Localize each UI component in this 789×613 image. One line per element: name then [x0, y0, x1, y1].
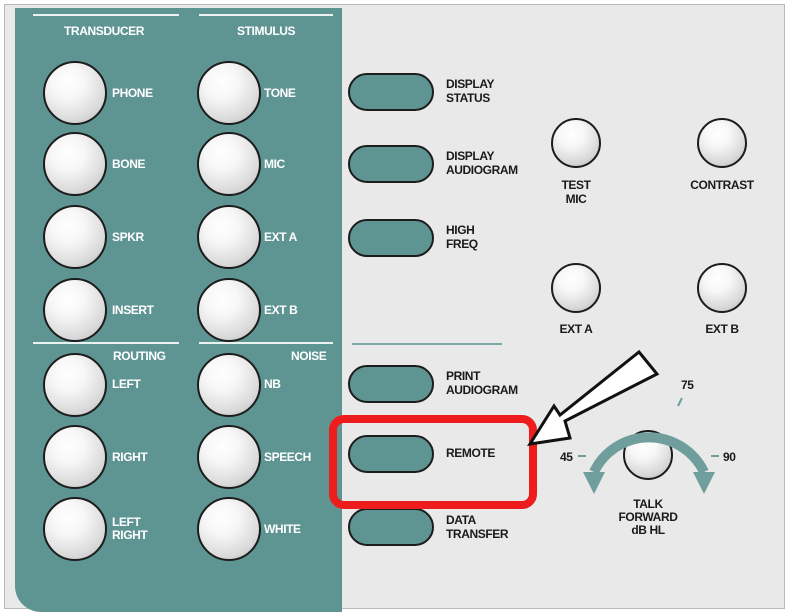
remote-highlight-box — [329, 415, 537, 509]
spkr-button[interactable] — [43, 205, 107, 269]
stimulus-heading: STIMULUS — [237, 24, 296, 38]
noise-speech-button[interactable] — [197, 425, 261, 489]
noise-white-label: WHITE — [264, 522, 301, 536]
data-transfer-button[interactable] — [348, 508, 434, 546]
bone-button[interactable] — [43, 132, 107, 196]
insert-label: INSERT — [112, 303, 154, 317]
tone-button[interactable] — [197, 61, 261, 125]
routing-heading: ROUTING — [113, 349, 166, 363]
test-mic-label: TEST MIC — [561, 178, 591, 206]
noise-heading: NOISE — [291, 349, 327, 363]
ext-b-knob-label: EXT B — [705, 322, 739, 336]
route-left-right-label: LEFT RIGHT — [112, 515, 148, 542]
display-status-button[interactable] — [348, 73, 434, 111]
route-left-label: LEFT — [112, 377, 141, 391]
ext-a-stimulus-button[interactable] — [197, 205, 261, 269]
ext-b-knob[interactable] — [697, 263, 747, 313]
noise-white-button[interactable] — [197, 497, 261, 561]
print-audiogram-button[interactable] — [348, 365, 434, 403]
phone-label: PHONE — [112, 86, 153, 100]
route-right-label: RIGHT — [112, 450, 148, 464]
high-freq-label: HIGH FREQ — [446, 223, 478, 251]
talk-forward-label: TALK FORWARD dB HL — [618, 497, 678, 537]
mic-label: MIC — [264, 157, 285, 171]
ext-b-stimulus-label: EXT B — [264, 303, 298, 317]
mic-button[interactable] — [197, 132, 261, 196]
panel-divider — [352, 343, 502, 345]
data-transfer-label: DATA TRANSFER — [446, 513, 509, 541]
print-audiogram-label: PRINT AUDIOGRAM — [446, 369, 518, 397]
insert-button[interactable] — [43, 278, 107, 342]
transducer-stimulus-panel: TRANSDUCER STIMULUS ROUTING NOISE PHONE … — [15, 8, 342, 612]
ext-a-stimulus-label: EXT A — [264, 230, 297, 244]
route-left-right-button[interactable] — [43, 497, 107, 561]
stimulus-top-rule — [199, 14, 333, 16]
transducer-top-rule — [33, 14, 179, 16]
noise-nb-label: NB — [264, 377, 281, 391]
noise-speech-label: SPEECH — [264, 450, 311, 464]
bone-label: BONE — [112, 157, 146, 171]
talk-forward-mid-label: 75 — [681, 378, 694, 392]
ext-a-knob-label: EXT A — [559, 322, 593, 336]
talk-forward-min-label: 45 — [560, 450, 573, 464]
phone-button[interactable] — [43, 61, 107, 125]
route-right-button[interactable] — [43, 425, 107, 489]
high-freq-button[interactable] — [348, 219, 434, 257]
spkr-label: SPKR — [112, 230, 144, 244]
display-status-label: DISPLAY STATUS — [446, 77, 495, 105]
ext-b-stimulus-button[interactable] — [197, 278, 261, 342]
display-audiogram-label: DISPLAY AUDIOGRAM — [446, 149, 518, 177]
transducer-heading: TRANSDUCER — [64, 24, 145, 38]
noise-nb-button[interactable] — [197, 353, 261, 417]
display-audiogram-button[interactable] — [348, 145, 434, 183]
route-left-button[interactable] — [43, 353, 107, 417]
talk-forward-knob[interactable] — [623, 430, 673, 480]
talk-forward-max-label: 90 — [723, 450, 736, 464]
tone-label: TONE — [264, 86, 296, 100]
routing-top-rule — [33, 342, 179, 344]
ext-a-knob[interactable] — [551, 263, 601, 313]
contrast-label: CONTRAST — [690, 178, 754, 192]
audiometer-front-panel: TRANSDUCER STIMULUS ROUTING NOISE PHONE … — [4, 4, 785, 612]
contrast-knob[interactable] — [697, 118, 747, 168]
test-mic-knob[interactable] — [551, 118, 601, 168]
noise-top-rule — [199, 342, 333, 344]
